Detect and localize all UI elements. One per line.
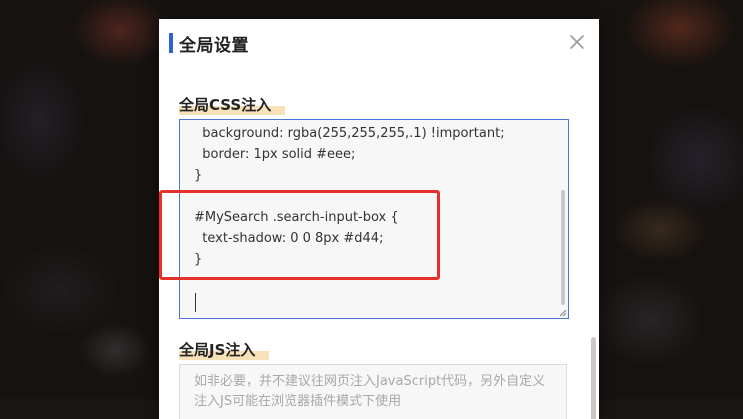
resize-grip-icon[interactable] — [559, 309, 567, 317]
title-accent-bar — [169, 33, 173, 53]
code-line: border: 1px solid #eee; — [194, 147, 356, 162]
js-code-textarea[interactable]: 如非必要，并不建议往网页注入JavaScript代码，另外自定义注入JS可能在浏… — [179, 364, 567, 419]
close-icon — [570, 35, 584, 49]
modal-scrollbar[interactable] — [591, 337, 596, 419]
text-caret — [195, 293, 196, 312]
close-button[interactable] — [567, 32, 587, 52]
modal-header: 全局设置 — [169, 32, 249, 56]
highlight-annotation — [159, 190, 440, 280]
code-line: } — [194, 168, 203, 183]
textarea-scrollbar[interactable] — [559, 120, 567, 318]
modal-title: 全局设置 — [179, 35, 249, 56]
code-line: background: rgba(255,255,255,.1) !import… — [194, 126, 505, 141]
js-injection-label: 全局JS注入 — [179, 339, 270, 360]
textarea-scroll-thumb[interactable] — [561, 190, 565, 305]
global-settings-modal: 全局设置 全局CSS注入 background: rgba(255,255,25… — [159, 19, 599, 419]
css-injection-label: 全局CSS注入 — [179, 94, 286, 115]
